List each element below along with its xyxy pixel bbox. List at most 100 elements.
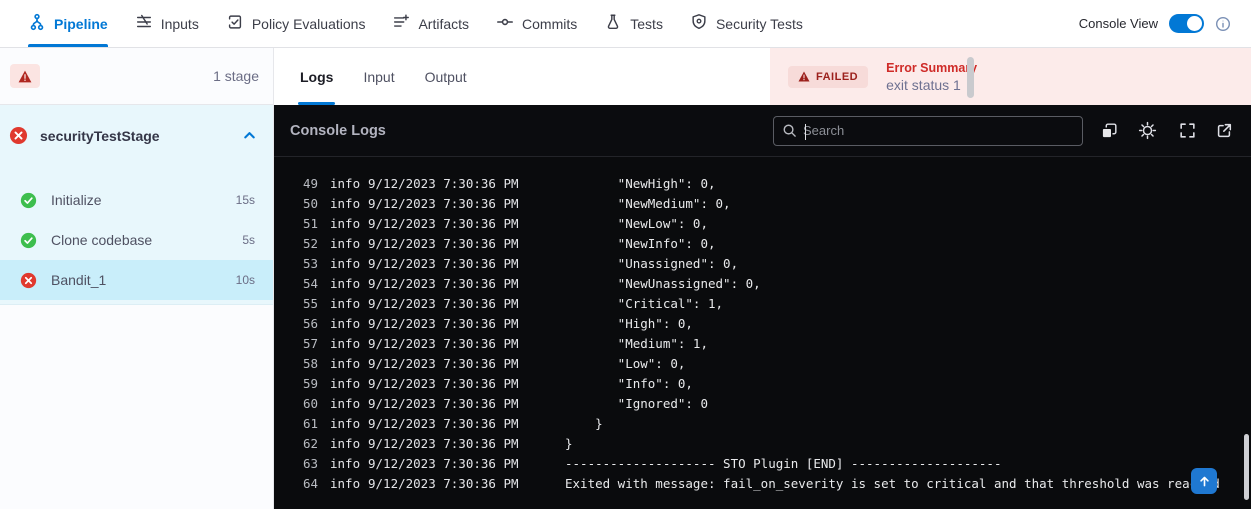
log-timestamp: 9/12/2023 7:30:36 PM [368,254,519,274]
log-line-number: 60 [300,394,318,414]
arrow-up-icon [1198,475,1211,488]
inputs-icon [135,13,153,34]
log-timestamp: 9/12/2023 7:30:36 PM [368,414,519,434]
console-scrollbar-thumb[interactable] [1244,434,1249,500]
log-line: 49info9/12/2023 7:30:36 PM "NewHigh": 0, [300,174,1251,194]
log-line: 63info9/12/2023 7:30:36 PM--------------… [300,454,1251,474]
log-line-number: 59 [300,374,318,394]
step-duration: 10s [236,273,255,287]
tab-label: Tests [630,16,663,32]
fullscreen-icon[interactable] [1178,121,1197,140]
log-line-number: 63 [300,454,318,474]
log-timestamp: 9/12/2023 7:30:36 PM [368,234,519,254]
failed-badge-label: FAILED [816,71,858,83]
tab-artifacts[interactable]: Artifacts [392,0,469,47]
toggle-knob [1187,16,1202,31]
log-timestamp: 9/12/2023 7:30:36 PM [368,394,519,414]
log-line: 58info9/12/2023 7:30:36 PM "Low": 0, [300,354,1251,374]
tab-label: Output [425,69,467,85]
stage-header-securityTestStage[interactable]: securityTestStage [0,105,273,166]
log-timestamp: 9/12/2023 7:30:36 PM [368,214,519,234]
log-line: 50info9/12/2023 7:30:36 PM "NewMedium": … [300,194,1251,214]
console-log-view: 49info9/12/2023 7:30:36 PM "NewHigh": 0,… [274,157,1251,494]
log-message: -------------------- STO Plugin [END] --… [565,454,1002,474]
failed-badge: FAILED [788,66,868,88]
tab-output[interactable]: Output [425,48,467,105]
stage-block: securityTestStage Initialize [0,105,273,305]
tab-security-tests[interactable]: Security Tests [690,0,803,47]
tab-label: Security Tests [716,16,803,32]
step-bandit-1[interactable]: Bandit_1 10s [0,260,273,300]
log-line-number: 58 [300,354,318,374]
log-message: "High": 0, [565,314,693,334]
console-view-controls: Console View [1079,0,1231,47]
log-timestamp: 9/12/2023 7:30:36 PM [368,374,519,394]
tab-commits[interactable]: Commits [496,0,577,47]
stage-name: securityTestStage [40,128,230,144]
tab-inputs[interactable]: Inputs [135,0,199,47]
error-summary-area: FAILED Error Summary exit status 1 [770,48,1251,105]
failed-status-icon [9,126,28,145]
artifacts-list-icon [392,13,410,34]
tab-label: Policy Evaluations [252,16,366,32]
error-summary-message: exit status 1 [886,77,977,93]
open-in-new-icon[interactable] [1215,122,1233,140]
log-level: info [330,354,360,374]
warning-triangle-icon [798,71,810,82]
log-message: "NewUnassigned": 0, [565,274,761,294]
tab-label: Input [363,69,394,85]
log-message: "NewInfo": 0, [565,234,716,254]
text-caret [805,124,806,140]
error-area-scrollbar-thumb[interactable] [967,57,974,98]
log-timestamp: 9/12/2023 7:30:36 PM [368,354,519,374]
log-message: "NewMedium": 0, [565,194,731,214]
settings-gear-icon[interactable] [1137,120,1158,141]
console-panel: Console Logs [274,105,1251,509]
log-timestamp: 9/12/2023 7:30:36 PM [368,194,519,214]
log-timestamp: 9/12/2023 7:30:36 PM [368,434,519,454]
log-level: info [330,314,360,334]
log-line: 55info9/12/2023 7:30:36 PM "Critical": 1… [300,294,1251,314]
tab-pipeline[interactable]: Pipeline [28,0,108,47]
log-line-number: 62 [300,434,318,454]
console-view-toggle[interactable] [1169,14,1204,33]
sidebar-summary-row: 1 stage [0,48,273,105]
log-level: info [330,194,360,214]
console-view-label: Console View [1079,16,1158,31]
chevron-up-icon[interactable] [242,128,257,143]
log-timestamp: 9/12/2023 7:30:36 PM [368,174,519,194]
tab-input[interactable]: Input [363,48,394,105]
log-tabs: Logs Input Output [274,48,770,105]
log-level: info [330,434,360,454]
log-level: info [330,294,360,314]
log-level: info [330,234,360,254]
step-duration: 15s [236,193,255,207]
tab-tests[interactable]: Tests [604,0,663,47]
tab-label: Pipeline [54,16,108,32]
search-input[interactable] [803,123,1074,138]
log-message: } [565,434,573,454]
shield-icon [690,13,708,34]
log-level: info [330,334,360,354]
step-initialize[interactable]: Initialize 15s [0,180,273,220]
log-level: info [330,254,360,274]
tab-policy-evaluations[interactable]: Policy Evaluations [226,0,366,47]
info-icon[interactable] [1215,16,1231,32]
log-line-number: 54 [300,274,318,294]
log-line: 61info9/12/2023 7:30:36 PM } [300,414,1251,434]
log-level: info [330,214,360,234]
step-clone-codebase[interactable]: Clone codebase 5s [0,220,273,260]
search-icon [782,123,797,138]
step-label: Bandit_1 [51,272,222,288]
copy-icon[interactable] [1099,121,1119,141]
log-line: 51info9/12/2023 7:30:36 PM "NewLow": 0, [300,214,1251,234]
search-box[interactable] [773,116,1083,146]
log-panel-header: Logs Input Output FAILED Error Summary e… [274,48,1251,105]
stage-count: 1 stage [213,68,259,84]
tab-logs[interactable]: Logs [300,48,333,105]
log-level: info [330,274,360,294]
log-message: "Critical": 1, [565,294,723,314]
scroll-to-top-button[interactable] [1191,468,1217,494]
step-duration: 5s [242,233,255,247]
log-line-number: 56 [300,314,318,334]
